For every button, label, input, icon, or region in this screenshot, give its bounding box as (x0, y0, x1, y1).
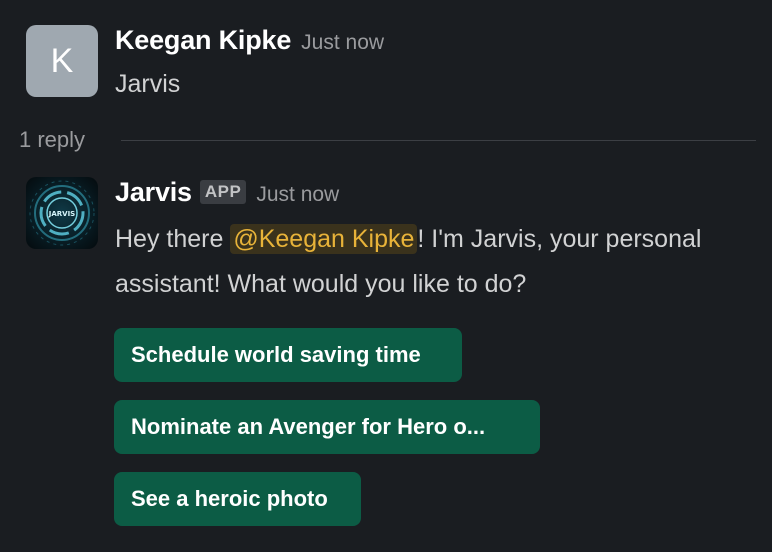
see-heroic-photo-button[interactable]: See a heroic photo (114, 472, 361, 526)
reply-count[interactable]: 1 reply (19, 127, 85, 153)
message-pane: K Keegan Kipke Just now Jarvis 1 reply JA… (0, 0, 772, 552)
jarvis-logo-icon: JARVIS (29, 180, 95, 246)
timestamp[interactable]: Just now (301, 31, 384, 54)
author-name[interactable]: Keegan Kipke (115, 25, 291, 55)
nominate-avenger-button[interactable]: Nominate an Avenger for Hero o... (114, 400, 540, 454)
timestamp[interactable]: Just now (256, 183, 339, 206)
author-name[interactable]: Jarvis (115, 177, 192, 207)
message-text: Hey there @Keegan Kipke! I'm Jarvis, you… (115, 217, 755, 307)
schedule-world-saving-time-button[interactable]: Schedule world saving time (114, 328, 462, 382)
avatar[interactable]: K (26, 25, 98, 97)
message-header: Keegan Kipke Just now (115, 25, 384, 56)
message-text: Jarvis (115, 70, 181, 98)
text-before-mention: Hey there (115, 225, 231, 253)
jarvis-logo-text: JARVIS (48, 210, 75, 218)
user-mention[interactable]: @Keegan Kipke (230, 224, 418, 254)
app-badge: APP (199, 180, 247, 204)
message-header: Jarvis APP Just now (115, 177, 339, 208)
thread-divider (121, 140, 756, 141)
jarvis-avatar[interactable]: JARVIS (26, 177, 98, 249)
